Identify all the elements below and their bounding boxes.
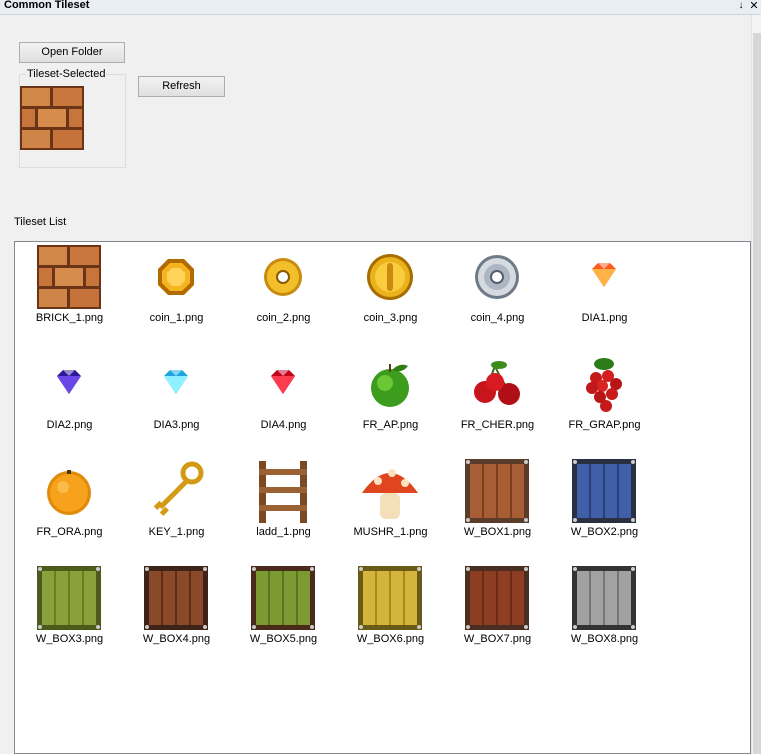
list-item[interactable]: W_BOX5.png [230,564,337,664]
box-brown-icon [465,459,529,523]
list-item[interactable]: W_BOX6.png [337,564,444,664]
list-item[interactable]: FR_CHER.png [444,350,551,450]
refresh-button[interactable]: Refresh [138,76,225,97]
list-item-label: W_BOX6.png [356,633,425,645]
list-item[interactable]: FR_AP.png [337,350,444,450]
list-item[interactable]: FR_GRAP.png [551,350,658,450]
list-item-label: coin_4.png [470,312,525,324]
box-yellow-icon [358,566,422,630]
box-redbrown-icon [465,566,529,630]
list-item[interactable]: coin_4.png [444,243,551,343]
list-item-label: W_BOX8.png [570,633,639,645]
list-item-label: KEY_1.png [148,526,205,538]
list-item[interactable]: W_BOX4.png [123,564,230,664]
mushroom-icon [358,459,422,523]
list-item[interactable]: W_BOX7.png [444,564,551,664]
grape-icon [572,352,636,416]
list-item[interactable]: coin_1.png [123,243,230,343]
coin-ring-icon [251,245,315,309]
list-item-label: coin_1.png [149,312,204,324]
list-item-label: FR_AP.png [362,419,419,431]
list-item[interactable]: DIA3.png [123,350,230,450]
list-item[interactable]: DIA4.png [230,350,337,450]
tileset-selected-label: Tileset-Selected [26,68,107,80]
list-item-label: FR_GRAP.png [568,419,641,431]
list-item-label: W_BOX4.png [142,633,211,645]
list-item[interactable]: W_BOX8.png [551,564,658,664]
tileset-list-label: Tileset List [14,216,67,228]
diamond-cyan-icon [144,352,208,416]
diamond-orange-icon [572,245,636,309]
list-item-label: DIA4.png [260,419,307,431]
list-item[interactable]: W_BOX3.png [16,564,123,664]
box-gray-icon [572,566,636,630]
vertical-scrollbar[interactable] [751,15,761,754]
list-item[interactable]: KEY_1.png [123,457,230,557]
list-item[interactable]: W_BOX2.png [551,457,658,557]
coin-silver-icon [465,245,529,309]
list-item-label: DIA1.png [581,312,628,324]
box-olive-icon [251,566,315,630]
open-folder-button[interactable]: Open Folder [19,42,125,63]
list-item-label: FR_ORA.png [36,526,103,538]
list-item[interactable]: coin_3.png [337,243,444,343]
box-dark-icon [144,566,208,630]
list-item[interactable]: W_BOX1.png [444,457,551,557]
close-icon[interactable]: ✕ [749,0,759,12]
list-item-label: W_BOX2.png [570,526,639,538]
list-item[interactable]: FR_ORA.png [16,457,123,557]
list-item[interactable]: DIA2.png [16,350,123,450]
diamond-blue-icon [37,352,101,416]
list-item-label: DIA3.png [153,419,200,431]
pin-icon[interactable]: ↓ [736,0,746,12]
cherry-icon [465,352,529,416]
list-item-label: ladd_1.png [256,526,311,538]
box-green-icon [37,566,101,630]
coin-gold-icon [358,245,422,309]
key-icon [144,459,208,523]
box-blue-icon [572,459,636,523]
list-item[interactable]: coin_2.png [230,243,337,343]
list-item[interactable]: BRICK_1.png [16,243,123,343]
orange-icon [37,459,101,523]
list-item-label: DIA2.png [46,419,93,431]
list-item[interactable]: MUSHR_1.png [337,457,444,557]
list-item-label: W_BOX7.png [463,633,532,645]
list-item-label: W_BOX3.png [35,633,104,645]
window-titlebar: Common Tileset ↓ ✕ [0,0,761,15]
list-item-label: W_BOX5.png [249,633,318,645]
brick-icon [37,245,101,309]
list-item-label: BRICK_1.png [35,312,104,324]
tileset-list[interactable]: BRICK_1.png coin_1.png coin_2.png coin_3.pn… [14,241,751,754]
ladder-icon [251,459,315,523]
selected-tile-preview [20,86,84,150]
coin-octagon-icon [144,245,208,309]
list-item-label: coin_2.png [256,312,311,324]
scrollbar-thumb[interactable] [753,33,761,754]
list-item-label: W_BOX1.png [463,526,532,538]
window-title: Common Tileset [4,0,90,11]
list-item-label: coin_3.png [363,312,418,324]
diamond-red-icon [251,352,315,416]
apple-icon [358,352,422,416]
list-item[interactable]: ladd_1.png [230,457,337,557]
list-item[interactable]: DIA1.png [551,243,658,343]
list-item-label: FR_CHER.png [460,419,535,431]
list-item-label: MUSHR_1.png [353,526,428,538]
